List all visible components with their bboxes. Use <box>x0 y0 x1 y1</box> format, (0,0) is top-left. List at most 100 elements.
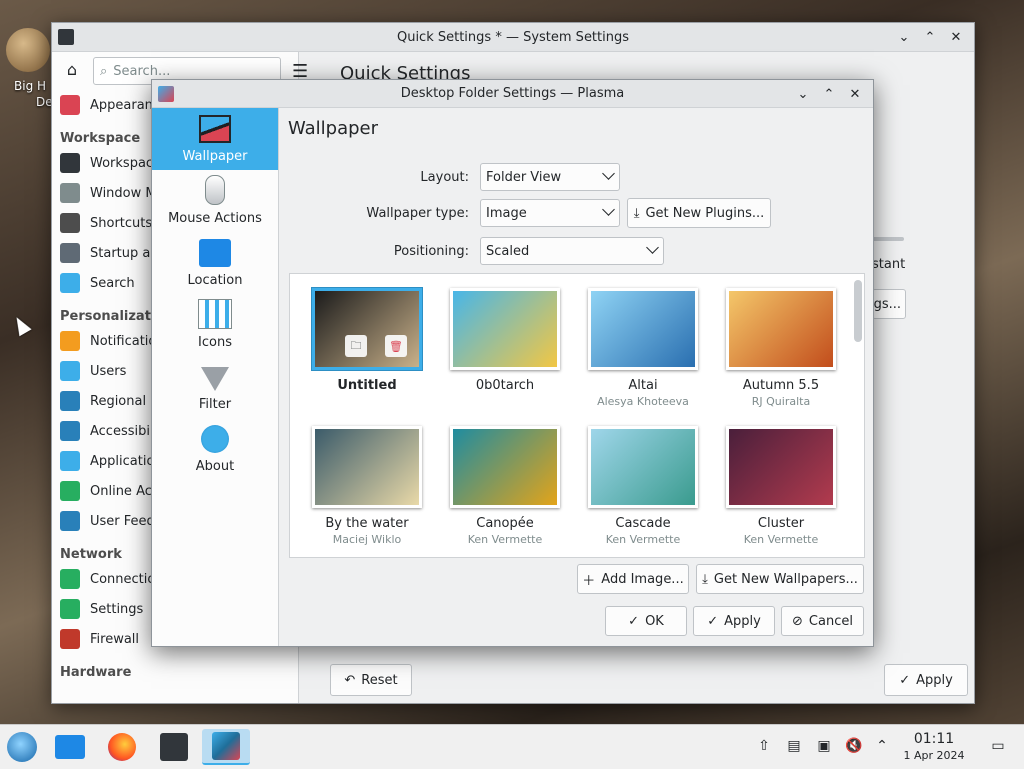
page-title: Wallpaper <box>288 118 379 139</box>
add-image-button[interactable]: ＋ Add Image... <box>577 564 689 594</box>
slider-label: stant <box>872 257 906 272</box>
wallpaper-grid-view[interactable]: 🗀 🗑 Untitled 0b0tarch Altai Alesya Khoteeva Au… <box>289 273 865 558</box>
layout-label: Layout: <box>420 170 469 185</box>
taskbar: ⇧ ▤ ▣ 🔇 ⌃ 01:11 1 Apr 2024 ▭ <box>0 724 1024 769</box>
wallpaper-type-select[interactable]: Image <box>480 199 620 227</box>
add-image-label: Add Image... <box>601 571 684 587</box>
reset-button[interactable]: ↶ Reset <box>330 664 412 696</box>
globe-icon <box>60 569 80 589</box>
sidebar-item-label: Firewall <box>90 631 140 647</box>
clock-date[interactable]: 1 Apr 2024 <box>896 749 972 762</box>
layout-select[interactable]: Folder View <box>480 163 620 191</box>
download-icon: ⤓ <box>702 571 708 587</box>
appearance-icon <box>60 95 80 115</box>
get-new-plugins-label: Get New Plugins... <box>645 205 765 221</box>
taskbar-system-settings[interactable] <box>156 729 192 765</box>
home-icon[interactable]: ⌂ <box>62 60 82 80</box>
users-icon <box>60 361 80 381</box>
wallpaper-thumbnail <box>726 426 836 508</box>
positioning-select[interactable]: Scaled <box>480 237 664 265</box>
wallpaper-tile[interactable]: Cluster Ken Vermette <box>716 420 846 550</box>
close-button[interactable]: ✕ <box>845 84 865 104</box>
category-mouse-actions[interactable]: Mouse Actions <box>152 170 278 232</box>
screenshot-icon[interactable]: ▣ <box>815 737 833 755</box>
sidebar-item-label: Search <box>90 275 135 291</box>
open-folder-icon[interactable]: 🗀 <box>345 335 367 357</box>
search-icon <box>60 273 80 293</box>
ok-label: OK <box>645 613 664 629</box>
sidebar-item-label: Regional S <box>90 393 159 409</box>
category-label: Wallpaper <box>182 149 248 164</box>
cancel-button[interactable]: ⊘ Cancel <box>781 606 864 636</box>
wallpaper-type-value: Image <box>486 205 527 221</box>
delete-icon[interactable]: 🗑 <box>385 335 407 357</box>
start-menu-button[interactable] <box>4 729 40 765</box>
apply-button[interactable]: ✓ Apply <box>693 606 775 636</box>
feedback-icon <box>60 511 80 531</box>
category-label: Location <box>187 273 243 288</box>
update-icon[interactable]: ⇧ <box>755 737 773 755</box>
maximize-button[interactable]: ⌃ <box>920 27 940 47</box>
category-location[interactable]: Location <box>152 232 278 294</box>
wallpaper-thumbnail <box>726 288 836 370</box>
sidebar-item-label: Online Acc <box>90 483 160 499</box>
firefox-icon <box>108 733 136 761</box>
wallpaper-name: 0b0tarch <box>475 378 535 393</box>
close-button[interactable]: ✕ <box>946 27 966 47</box>
category-wallpaper[interactable]: Wallpaper <box>152 108 278 170</box>
window-title: Quick Settings * — System Settings <box>396 29 630 45</box>
get-new-wallpapers-button[interactable]: ⤓ Get New Wallpapers... <box>696 564 864 594</box>
wallpaper-name: Altai <box>628 378 658 393</box>
clipboard-icon[interactable]: ▤ <box>785 737 803 755</box>
taskbar-file-manager[interactable] <box>52 729 88 765</box>
wallpaper-name: Cascade <box>615 516 671 531</box>
dialog-title: Desktop Folder Settings — Plasma <box>400 86 625 101</box>
minimize-button[interactable]: ⌄ <box>894 27 914 47</box>
chevron-up-icon[interactable]: ⌃ <box>873 737 891 755</box>
window-icon <box>60 183 80 203</box>
check-icon: ✓ <box>628 613 640 629</box>
wallpaper-tile[interactable]: 0b0tarch <box>440 282 570 412</box>
positioning-label: Positioning: <box>393 244 469 259</box>
slider[interactable] <box>872 237 904 241</box>
wallpaper-tile[interactable]: Cascade Ken Vermette <box>578 420 708 550</box>
wallpaper-tile[interactable]: Canopée Ken Vermette <box>440 420 570 550</box>
applications-icon <box>60 451 80 471</box>
clock-time[interactable]: 01:11 <box>906 731 962 747</box>
minimize-button[interactable]: ⌄ <box>793 84 813 104</box>
sidebar-item-label: Connectio <box>90 571 156 587</box>
ok-button[interactable]: ✓ OK <box>605 606 687 636</box>
taskbar-plasma-dialog[interactable] <box>202 729 250 765</box>
download-icon: ⤓ <box>633 205 640 221</box>
wallpaper-icon <box>199 115 231 143</box>
accessibility-icon <box>60 421 80 441</box>
wallpaper-thumbnail <box>312 426 422 508</box>
scrollbar[interactable] <box>854 280 862 342</box>
wallpaper-settings-icon <box>212 732 240 760</box>
wallpaper-tile[interactable]: By the water Maciej Wiklo <box>302 420 432 550</box>
category-about[interactable]: About <box>152 418 278 480</box>
sidebar-item-label: Window M <box>90 185 157 201</box>
desktop-icon[interactable] <box>6 28 50 72</box>
apply-label: Apply <box>916 672 953 688</box>
wallpaper-tile[interactable]: 🗀 🗑 Untitled <box>302 282 432 412</box>
volume-muted-icon[interactable]: 🔇 <box>845 737 863 755</box>
system-settings-titlebar[interactable]: Quick Settings * — System Settings ⌄ ⌃ ✕ <box>52 23 974 52</box>
apply-button[interactable]: ✓ Apply <box>884 664 968 696</box>
taskbar-firefox[interactable] <box>104 729 140 765</box>
get-new-plugins-button[interactable]: ⤓ Get New Plugins... <box>627 198 771 228</box>
settings-button[interactable]: gs... <box>872 289 906 319</box>
show-desktop-icon[interactable]: ▭ <box>989 737 1007 755</box>
dialog-titlebar[interactable]: Desktop Folder Settings — Plasma ⌄ ⌃ ✕ <box>152 80 873 108</box>
wallpaper-name: By the water <box>325 516 409 531</box>
wallpaper-thumbnail: 🗀 🗑 <box>312 288 422 370</box>
maximize-button[interactable]: ⌃ <box>819 84 839 104</box>
category-icons[interactable]: Icons <box>152 294 278 356</box>
wallpaper-tile[interactable]: Altai Alesya Khoteeva <box>578 282 708 412</box>
category-filter[interactable]: Filter <box>152 356 278 418</box>
folder-icon <box>199 239 231 267</box>
reset-label: Reset <box>361 672 398 688</box>
wallpaper-tile[interactable]: Autumn 5.5 RJ Quiralta <box>716 282 846 412</box>
sidebar-item-label: Accessibili <box>90 423 158 439</box>
icons-icon <box>198 299 232 329</box>
